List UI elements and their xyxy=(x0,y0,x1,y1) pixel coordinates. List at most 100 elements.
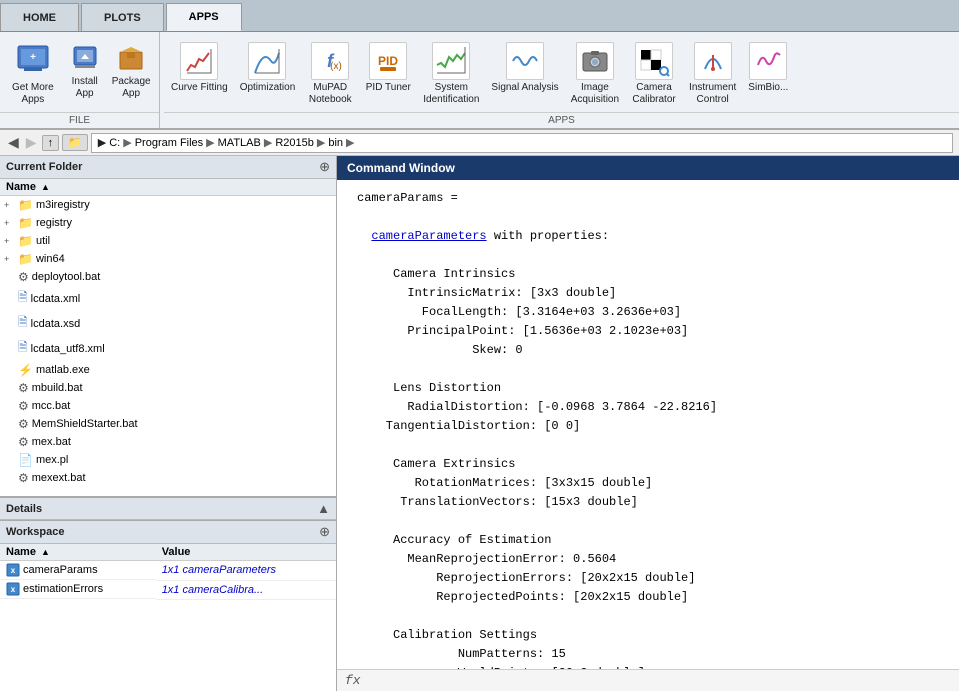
optimization-button[interactable]: Optimization xyxy=(235,38,301,98)
up-button[interactable]: ↑ xyxy=(42,135,60,151)
list-item[interactable]: ⚙ deploytool.bat xyxy=(0,268,336,286)
mupad-notebook-label: MuPADNotebook xyxy=(309,82,352,106)
ws-col-name[interactable]: Name ▲ xyxy=(0,544,156,561)
svg-text:x: x xyxy=(11,566,16,575)
details-header: Details ▲ xyxy=(0,498,336,520)
signal-analysis-label: Signal Analysis xyxy=(491,82,558,94)
package-app-label: PackageApp xyxy=(112,76,151,100)
get-more-apps-button[interactable]: + Get MoreApps xyxy=(6,38,60,110)
system-identification-button[interactable]: SystemIdentification xyxy=(418,38,484,110)
install-app-label: InstallApp xyxy=(72,76,98,100)
camera-calibrator-icon xyxy=(635,42,673,80)
instrument-control-label: InstrumentControl xyxy=(689,82,736,106)
cmd-line: IntrinsicMatrix: [3x3 double] xyxy=(357,284,939,302)
list-item[interactable]: 🗎 lcdata.xsd xyxy=(0,311,336,336)
ws-col-value[interactable]: Value xyxy=(156,544,336,561)
ws-row-camera-params[interactable]: x cameraParams 1x1 cameraParameters xyxy=(0,561,336,581)
cmd-line xyxy=(357,607,939,625)
list-item[interactable]: ⚙ mex.bat xyxy=(0,433,336,451)
details-collapse-btn[interactable]: ▲ xyxy=(317,501,330,516)
system-identification-icon xyxy=(432,42,470,80)
workspace-expand-btn[interactable]: ⊕ xyxy=(319,524,330,540)
package-app-button[interactable]: PackageApp xyxy=(110,38,153,104)
cmd-section-calibration: Calibration Settings xyxy=(357,626,939,644)
cmd-line xyxy=(357,208,939,226)
image-acquisition-button[interactable]: ImageAcquisition xyxy=(566,38,624,110)
instrument-control-button[interactable]: InstrumentControl xyxy=(684,38,741,110)
list-item[interactable]: + 📁 win64 xyxy=(0,250,336,268)
cmd-line: NumPatterns: 15 xyxy=(357,645,939,663)
cmd-line: TranslationVectors: [15x3 double] xyxy=(357,493,939,511)
simbio-button[interactable]: SimBio... xyxy=(743,38,793,98)
install-app-button[interactable]: InstallApp xyxy=(64,38,106,104)
tab-plots[interactable]: PLOTS xyxy=(81,3,164,31)
file-section-label: FILE xyxy=(0,112,159,128)
camera-parameters-link[interactable]: cameraParameters xyxy=(371,229,486,243)
cmd-line: PrincipalPoint: [1.5636e+03 2.1023e+03] xyxy=(357,322,939,340)
pid-tuner-button[interactable]: PID PID Tuner xyxy=(360,38,416,98)
list-item[interactable]: 🗎 lcdata_utf8.xml xyxy=(0,336,336,361)
folder-tree: + 📁 m3iregistry + 📁 registry + 📁 util + … xyxy=(0,196,336,496)
list-item[interactable]: ⚡ matlab.exe xyxy=(0,361,336,379)
command-window-header: Command Window xyxy=(337,156,959,180)
curve-fitting-icon xyxy=(180,42,218,80)
system-identification-label: SystemIdentification xyxy=(423,82,479,106)
list-item[interactable]: ⚙ MemShieldStarter.bat xyxy=(0,415,336,433)
list-item[interactable]: + 📁 util xyxy=(0,232,336,250)
curve-fitting-label: Curve Fitting xyxy=(171,82,228,94)
path-bin[interactable]: bin xyxy=(328,137,343,149)
ws-row-estimation-errors[interactable]: x estimationErrors 1x1 cameraCalibra... xyxy=(0,580,336,599)
simbio-icon xyxy=(749,42,787,80)
image-acquisition-label: ImageAcquisition xyxy=(571,82,619,106)
path-c[interactable]: C: xyxy=(109,137,120,149)
list-item[interactable]: ⚙ mbuild.bat xyxy=(0,379,336,397)
cmd-section-intrinsics: Camera Intrinsics xyxy=(357,265,939,283)
camera-calibrator-button[interactable]: CameraCalibrator xyxy=(626,38,682,110)
svg-text:PID: PID xyxy=(378,54,398,68)
cmd-line xyxy=(357,512,939,530)
mupad-notebook-button[interactable]: f (x) MuPADNotebook xyxy=(302,38,358,110)
list-item[interactable]: ⚙ mexext.bat xyxy=(0,469,336,487)
workspace-header: Workspace ⊕ xyxy=(0,521,336,544)
list-item[interactable]: + 📁 m3iregistry xyxy=(0,196,336,214)
mupad-notebook-icon: f (x) xyxy=(311,42,349,80)
cmd-line: FocalLength: [3.3164e+03 3.2636e+03] xyxy=(357,303,939,321)
pid-tuner-label: PID Tuner xyxy=(366,82,411,94)
optimization-label: Optimization xyxy=(240,82,296,94)
path-matlab[interactable]: MATLAB xyxy=(218,137,261,149)
path-r2015b[interactable]: R2015b xyxy=(275,137,314,149)
browse-button[interactable]: 📁 xyxy=(62,134,88,151)
back-button[interactable]: ◀ xyxy=(6,134,21,151)
folder-col-name[interactable]: Name ▲ xyxy=(6,181,50,193)
get-more-apps-icon: + xyxy=(14,42,52,80)
path-program-files[interactable]: Program Files xyxy=(135,137,203,149)
list-item[interactable]: 📄 mex.pl xyxy=(0,451,336,469)
tab-apps[interactable]: APPS xyxy=(166,3,242,31)
image-acquisition-icon xyxy=(576,42,614,80)
current-folder-header: Current Folder ⊕ xyxy=(0,156,336,179)
apps-section-label: APPS xyxy=(164,112,959,128)
current-folder-expand-btn[interactable]: ⊕ xyxy=(319,159,330,175)
curve-fitting-button[interactable]: Curve Fitting xyxy=(166,38,233,98)
cmd-section-extrinsics: Camera Extrinsics xyxy=(357,455,939,473)
svg-text:+: + xyxy=(30,52,36,63)
cmd-line xyxy=(357,360,939,378)
tab-home[interactable]: HOME xyxy=(0,3,79,31)
optimization-icon xyxy=(248,42,286,80)
cmd-line: cameraParameters with properties: xyxy=(357,227,939,245)
list-item[interactable]: 🗎 lcdata.xml xyxy=(0,286,336,311)
cmd-line: RadialDistortion: [-0.0968 3.7864 -22.82… xyxy=(357,398,939,416)
cmd-line: TangentialDistortion: [0 0] xyxy=(357,417,939,435)
cmd-line xyxy=(357,436,939,454)
package-app-icon xyxy=(115,42,147,74)
cmd-line: cameraParams = xyxy=(357,189,939,207)
command-window-content[interactable]: cameraParams = cameraParameters with pro… xyxy=(337,180,959,669)
list-item[interactable]: + 📁 registry xyxy=(0,214,336,232)
list-item[interactable]: ⚙ mcc.bat xyxy=(0,397,336,415)
svg-text:(x): (x) xyxy=(330,61,342,72)
signal-analysis-button[interactable]: Signal Analysis xyxy=(486,38,563,98)
cmd-section-lens: Lens Distortion xyxy=(357,379,939,397)
cmd-line: Skew: 0 xyxy=(357,341,939,359)
forward-button[interactable]: ▶ xyxy=(24,134,39,151)
get-more-apps-label: Get MoreApps xyxy=(12,82,54,106)
